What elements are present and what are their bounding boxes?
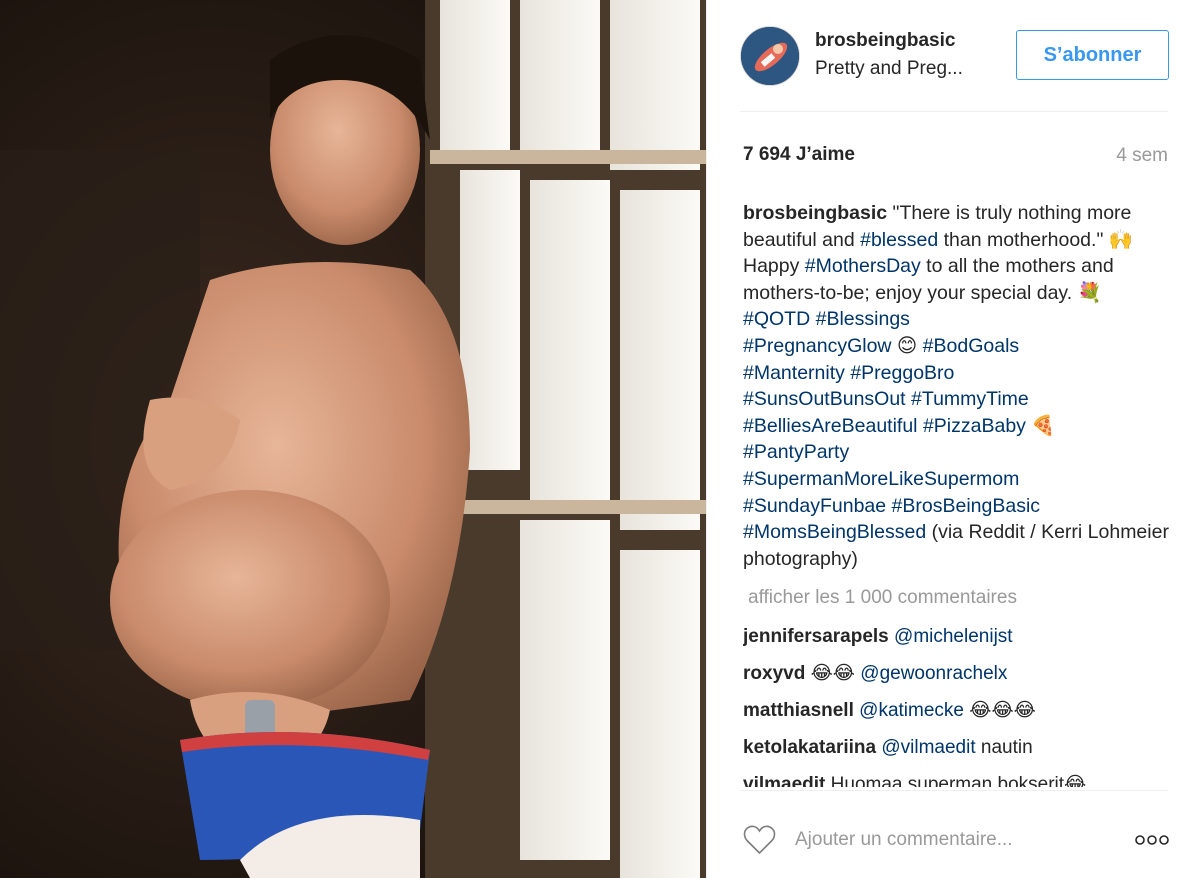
avatar[interactable] [740, 26, 800, 86]
comment-username[interactable]: ketolakatariina [743, 737, 876, 758]
caption-username[interactable]: brosbeingbasic [743, 202, 887, 224]
ellipsis-icon[interactable] [1134, 830, 1170, 850]
likes-count[interactable]: 7 694 J’aime [743, 144, 855, 166]
hashtag-mothersday[interactable]: #MothersDay [805, 255, 921, 277]
hashtag-blessed[interactable]: #blessed [860, 229, 938, 251]
heart-icon[interactable] [743, 825, 776, 855]
hashtag-pantyparty[interactable]: #PantyParty [743, 441, 849, 463]
comment-username[interactable]: vilmaedit [743, 774, 825, 787]
hashtag-sundayfunbae[interactable]: #SundayFunbae [743, 495, 886, 517]
post-username[interactable]: brosbeingbasic [815, 30, 955, 52]
hashtag-pizzababy[interactable]: #PizzaBaby [923, 415, 1026, 437]
post-side-panel: brosbeingbasic Pretty and Preg... S’abon… [707, 0, 1200, 878]
comment-username[interactable]: matthiasnell [743, 700, 854, 721]
post-image [0, 0, 706, 878]
post-timestamp[interactable]: 4 sem [1116, 145, 1168, 167]
comment-username[interactable]: jennifersarapels [743, 626, 889, 647]
comment-mention[interactable]: @michelenijst [894, 626, 1013, 647]
post-footer [740, 808, 1170, 868]
hashtag-blessings[interactable]: #Blessings [816, 308, 910, 330]
post-location[interactable]: Pretty and Preg... [815, 58, 963, 80]
hashtag-pregnancyglow[interactable]: #PregnancyGlow [743, 335, 892, 357]
comment-text: nautin [975, 737, 1033, 758]
hashtag-tummytime[interactable]: #TummyTime [911, 388, 1029, 410]
comment-item: matthiasnell @katimecke 😂😂😂 [743, 698, 1173, 735]
hashtag-manternity[interactable]: #Manternity [743, 362, 845, 384]
comment-item: ketolakatariina @vilmaedit nautin [743, 735, 1173, 772]
comment-text: 😂😂 [805, 663, 861, 684]
divider-header [740, 111, 1168, 112]
comment-mention[interactable]: @vilmaedit [881, 737, 975, 758]
comment-text: Huomaa superman bokserit😂 [825, 774, 1087, 787]
hashtag-sunsoutbunsout[interactable]: #SunsOutBunsOut [743, 388, 906, 410]
hashtag-belliesarebeautiful[interactable]: #BelliesAreBeautiful [743, 415, 918, 437]
comment-item: vilmaedit Huomaa superman bokserit😂 [743, 772, 1173, 787]
comment-mention[interactable]: @gewoonrachelx [860, 663, 1007, 684]
comment-item: roxyvd 😂😂 @gewoonrachelx [743, 661, 1173, 698]
comment-mention[interactable]: @katimecke [859, 700, 964, 721]
hashtag-preggobro[interactable]: #PreggoBro [850, 362, 954, 384]
pizza-emoji: 🍕 [1025, 414, 1056, 437]
comment-username[interactable]: roxyvd [743, 663, 805, 684]
follow-button[interactable]: S’abonner [1016, 30, 1169, 80]
avatar-image [741, 27, 799, 85]
hashtag-qotd[interactable]: #QOTD [743, 308, 810, 330]
comments-list: jennifersarapels @michelenijst roxyvd 😂😂… [743, 624, 1173, 787]
hashtag-supermanmorelikesupermom[interactable]: #SupermanMoreLikeSupermom [743, 468, 1019, 490]
comment-text: 😂😂😂 [963, 700, 1036, 721]
hashtag-bodgoals[interactable]: #BodGoals [923, 335, 1019, 357]
post-caption: brosbeingbasic "There is truly nothing m… [743, 200, 1173, 572]
view-all-comments-link[interactable]: afficher les 1 000 commentaires [748, 587, 1017, 609]
hashtag-momsbeingblessed[interactable]: #MomsBeingBlessed [743, 521, 926, 543]
comment-input[interactable] [795, 823, 1095, 857]
post-photo[interactable] [0, 0, 706, 878]
smile-emoji: 😊 [891, 334, 923, 357]
post-header: brosbeingbasic Pretty and Preg... S’abon… [740, 24, 1170, 88]
hashtag-brosbeingbasic[interactable]: #BrosBeingBasic [892, 495, 1041, 517]
divider-footer [740, 790, 1168, 791]
comment-item: jennifersarapels @michelenijst [743, 624, 1173, 661]
